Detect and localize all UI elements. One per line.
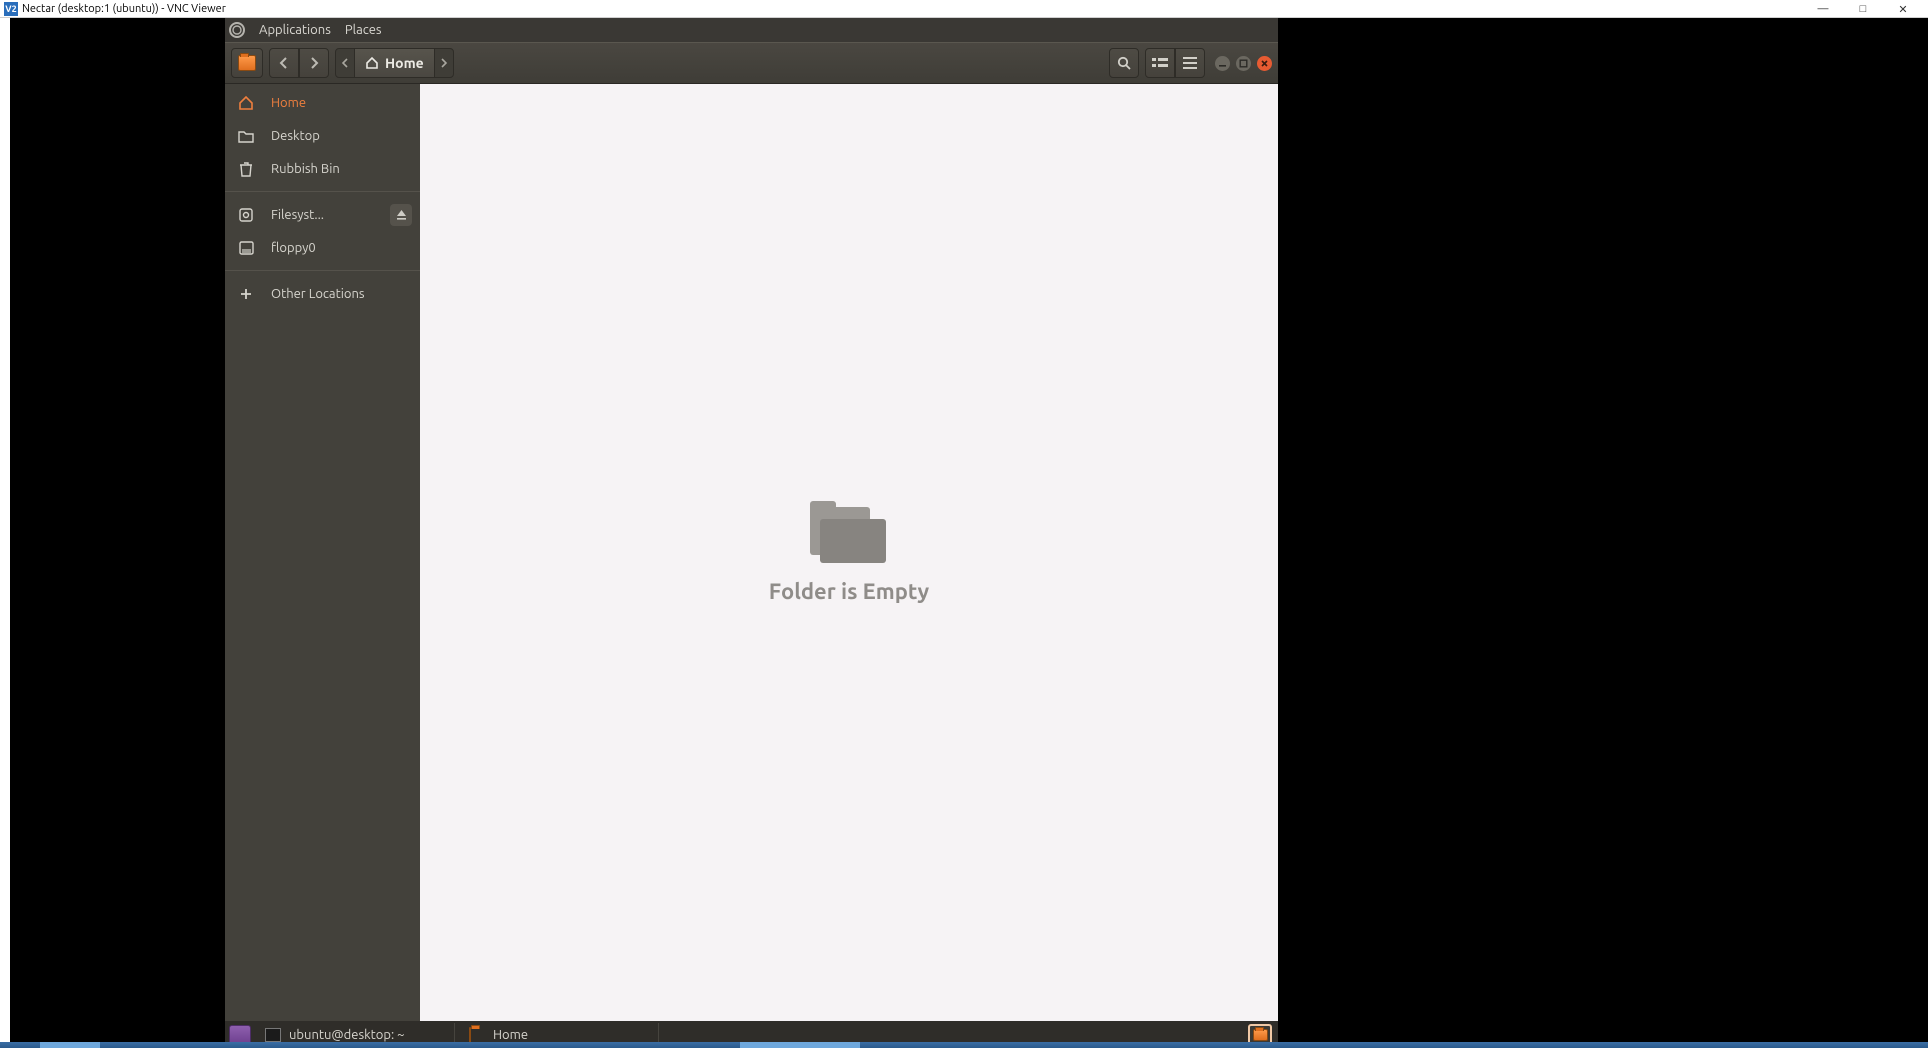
host-close-button[interactable]: ✕ — [1896, 3, 1910, 16]
menu-places[interactable]: Places — [345, 23, 382, 37]
host-window-titlebar: V2 Nectar (desktop:1 (ubuntu)) - VNC Vie… — [0, 0, 1928, 18]
sidebar-item-home[interactable]: Home — [225, 86, 420, 119]
nav-forward-button[interactable] — [299, 48, 329, 78]
sidebar-item-floppy0[interactable]: floppy0 — [225, 231, 420, 264]
sidebar-item-label: Rubbish Bin — [271, 162, 340, 176]
path-prev-button[interactable] — [336, 58, 354, 68]
gnome-top-panel: Applications Places — [225, 18, 1278, 42]
files-icon — [469, 1028, 485, 1042]
task-label: Home — [493, 1028, 528, 1042]
sidebar-item-label: Desktop — [271, 129, 320, 143]
host-window-title: Nectar (desktop:1 (ubuntu)) - VNC Viewer — [22, 3, 226, 15]
view-toggle-button[interactable] — [1145, 48, 1175, 78]
hamburger-menu-button[interactable] — [1175, 48, 1205, 78]
window-close-button[interactable] — [1257, 56, 1272, 71]
window-controls — [1215, 56, 1272, 71]
sidebar-item-rubbish-bin[interactable]: Rubbish Bin — [225, 152, 420, 185]
breadcrumb-home-label: Home — [385, 55, 424, 71]
nav-back-forward-group — [269, 48, 329, 78]
vnc-app-icon: V2 — [4, 2, 18, 16]
vnc-viewport: Applications Places — [0, 18, 1928, 1048]
places-sidebar: Home Desktop Rubbish Bin — [225, 84, 420, 1021]
files-toolbar: Home — [225, 42, 1278, 84]
window-maximize-button[interactable] — [1236, 56, 1251, 71]
host-taskbar — [0, 1042, 1928, 1048]
sidebar-item-label: floppy0 — [271, 241, 316, 255]
empty-folder-icon — [810, 501, 888, 563]
sidebar-item-label: Home — [271, 96, 306, 110]
nav-back-button[interactable] — [269, 48, 299, 78]
remote-desktop: Applications Places — [225, 18, 1278, 1048]
home-icon — [365, 56, 379, 70]
breadcrumb-home[interactable]: Home — [354, 49, 435, 77]
trash-icon — [237, 161, 255, 177]
sidebar-item-label: Other Locations — [271, 287, 365, 301]
window-minimize-button[interactable] — [1215, 56, 1230, 71]
path-bar: Home — [335, 48, 454, 78]
folder-content-area[interactable]: Folder is Empty — [420, 84, 1278, 1021]
view-menu-group — [1145, 48, 1205, 78]
files-body: Home Desktop Rubbish Bin — [225, 84, 1278, 1021]
sidebar-item-desktop[interactable]: Desktop — [225, 119, 420, 152]
task-label: ubuntu@desktop: ~ — [289, 1028, 404, 1042]
eject-button[interactable] — [390, 204, 412, 226]
activities-icon[interactable] — [229, 22, 245, 38]
menu-applications[interactable]: Applications — [259, 23, 331, 37]
disk-icon — [237, 207, 255, 223]
terminal-icon — [265, 1028, 281, 1042]
left-gutter — [0, 18, 10, 1048]
empty-folder-message: Folder is Empty — [769, 579, 930, 604]
sidebar-item-other-locations[interactable]: Other Locations — [225, 270, 420, 310]
floppy-icon — [237, 241, 255, 255]
search-button[interactable] — [1109, 48, 1139, 78]
files-app-icon[interactable] — [231, 48, 263, 78]
host-minimize-button[interactable]: — — [1816, 3, 1830, 15]
sidebar-item-filesystem[interactable]: Filesyst... — [225, 191, 420, 231]
folder-icon — [237, 129, 255, 143]
sidebar-item-label: Filesyst... — [271, 208, 324, 222]
host-maximize-button[interactable]: □ — [1856, 3, 1870, 15]
plus-icon — [237, 287, 255, 301]
home-icon — [237, 95, 255, 111]
path-next-button[interactable] — [435, 58, 453, 68]
